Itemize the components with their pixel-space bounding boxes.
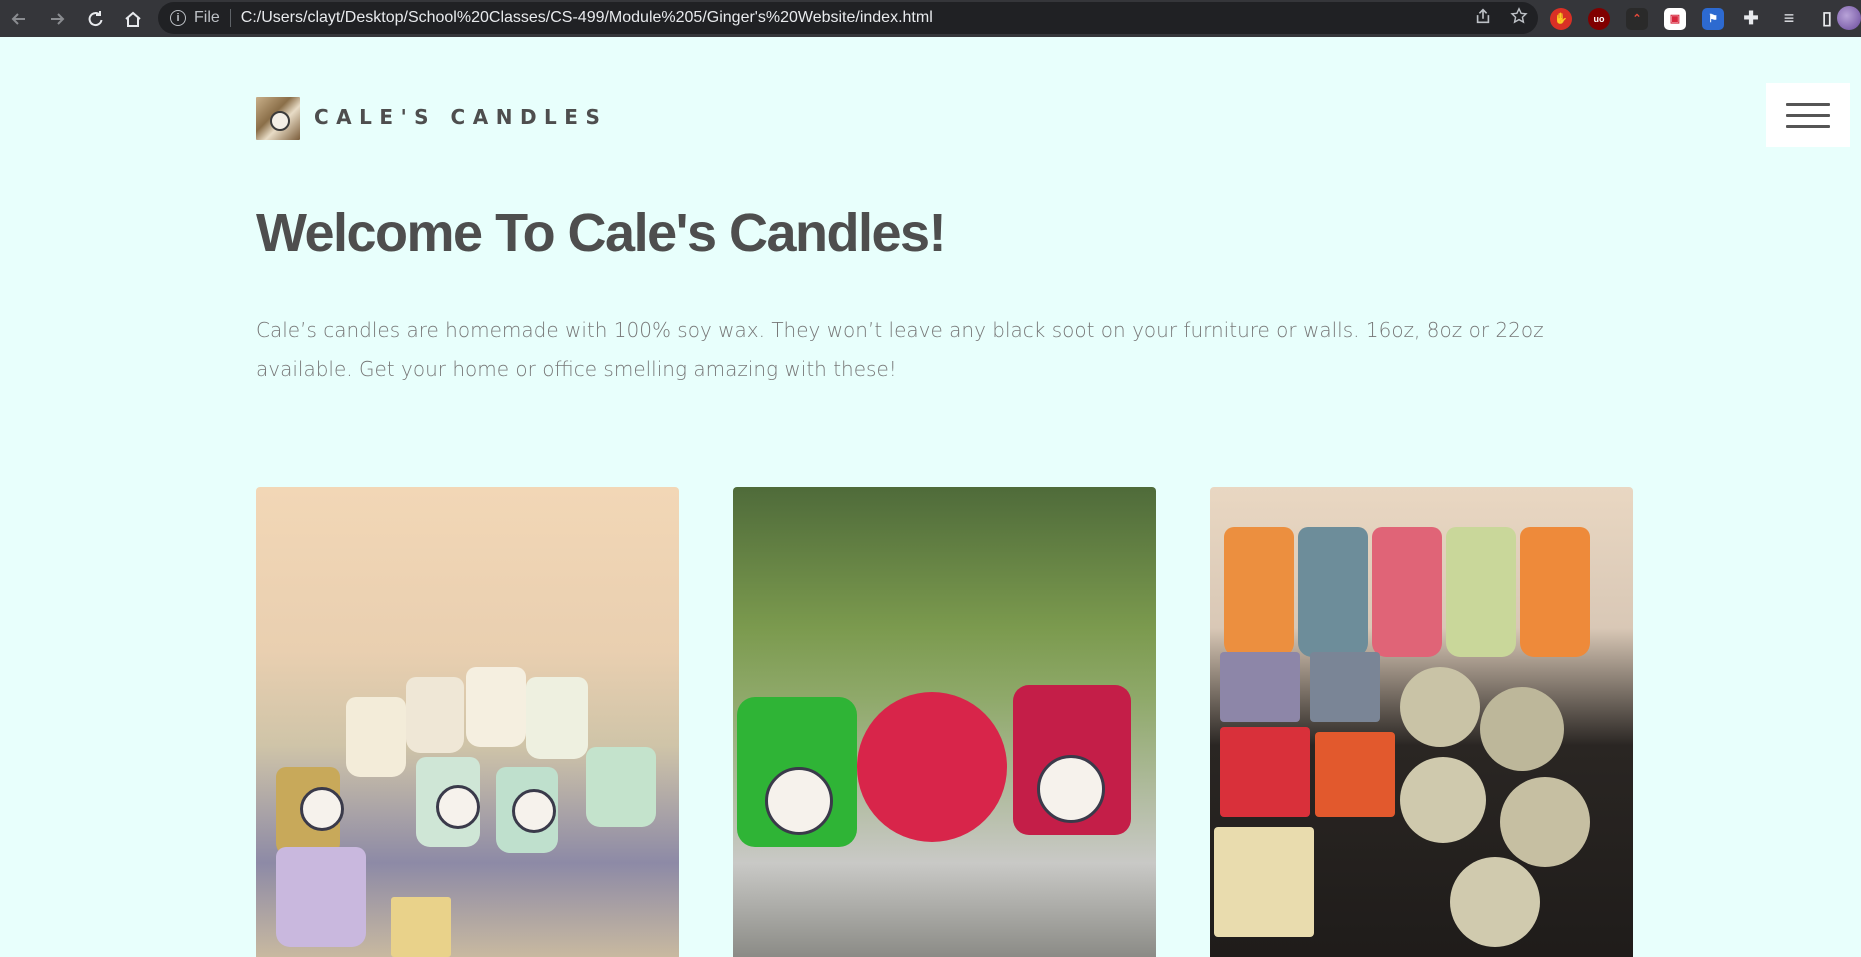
menu-bar: [1786, 113, 1830, 117]
wax-melt: [1310, 652, 1380, 722]
reading-list-icon[interactable]: ≡: [1778, 8, 1800, 30]
candle-label: [436, 785, 480, 829]
candle-jar: [346, 697, 406, 777]
candle-jar: [586, 747, 656, 827]
candle-label: [512, 789, 556, 833]
share-icon[interactable]: [1474, 7, 1492, 30]
browser-toolbar: i File C:/Users/clayt/Desktop/School%20C…: [0, 0, 1861, 37]
pdf-extension-icon[interactable]: ▣: [1664, 7, 1686, 30]
logo-image[interactable]: [256, 97, 300, 140]
candle-jar: [1298, 527, 1368, 657]
candle-bowl-red: [857, 692, 1007, 842]
tin-candle: [1400, 757, 1486, 843]
url-text[interactable]: C:/Users/clayt/Desktop/School%20Classes/…: [241, 9, 933, 27]
back-icon[interactable]: [0, 0, 38, 37]
candle-jar: [1520, 527, 1590, 657]
sidebar-icon[interactable]: ▯: [1816, 8, 1838, 30]
candle-jar: [391, 897, 451, 957]
tin-candle: [1480, 687, 1564, 771]
intro-paragraph: Cale’s candles are homemade with 100% so…: [256, 318, 1544, 381]
candle-jar: [1446, 527, 1516, 657]
page-body: CALE'S CANDLES Welcome To Cale's Candles…: [0, 37, 1861, 957]
flag-extension-icon[interactable]: ⚑: [1702, 7, 1724, 30]
candle-label: [765, 767, 833, 835]
tin-candle: [1400, 667, 1480, 747]
candle-photo-collection[interactable]: [1210, 487, 1633, 957]
address-bar[interactable]: i File C:/Users/clayt/Desktop/School%20C…: [158, 2, 1538, 34]
tin-candle: [1450, 857, 1540, 947]
candle-photo-windowsill[interactable]: [733, 487, 1156, 957]
page-title: Welcome To Cale's Candles!: [256, 203, 947, 263]
menu-bar: [1786, 124, 1830, 128]
extensions-area: ✋ uo ⌃ ▣ ⚑ ✚ ≡ ▯: [1538, 0, 1838, 37]
candle-label: [300, 787, 344, 831]
info-icon[interactable]: i: [170, 10, 186, 26]
adblock-extension-icon[interactable]: ✋: [1550, 7, 1572, 30]
arrow-extension-icon[interactable]: ⌃: [1626, 7, 1648, 30]
hamburger-menu-button[interactable]: [1766, 83, 1850, 147]
brand-name[interactable]: CALE'S CANDLES: [314, 105, 607, 129]
candle-gallery: [256, 487, 1633, 957]
menu-bar: [1786, 102, 1830, 106]
tin-candle: [1500, 777, 1590, 867]
wax-melt: [1220, 652, 1300, 722]
forward-icon[interactable]: [38, 0, 76, 37]
profile-avatar[interactable]: [1837, 6, 1861, 30]
candle-jar: [526, 677, 588, 759]
candle-jar: [406, 677, 464, 753]
wax-melt: [1315, 732, 1395, 817]
reload-icon[interactable]: [76, 0, 114, 37]
omnibox-actions: [1474, 2, 1528, 34]
home-icon[interactable]: [114, 0, 152, 37]
extensions-icon[interactable]: ✚: [1740, 8, 1762, 30]
ublock-extension-icon[interactable]: uo: [1588, 7, 1610, 30]
candle-jar: [1224, 527, 1294, 657]
star-icon[interactable]: [1510, 6, 1528, 30]
wax-melt: [1214, 827, 1314, 937]
omnibox-divider: [229, 9, 231, 27]
wax-melt: [1220, 727, 1310, 817]
candle-label: [1037, 755, 1105, 823]
file-label: File: [194, 9, 220, 26]
candle-photo-jars-on-dresser[interactable]: [256, 487, 679, 957]
candle-jar: [466, 667, 526, 747]
candle-jar: [1372, 527, 1442, 657]
candle-jar: [276, 847, 366, 947]
